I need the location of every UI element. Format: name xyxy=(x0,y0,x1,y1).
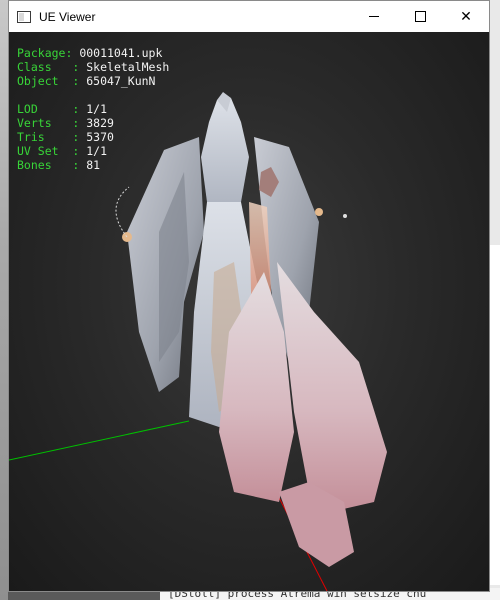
hud-uvset-row: UV Set : 1/1 xyxy=(17,144,169,158)
hud-package-label: Package: xyxy=(17,46,80,60)
hud-class-value: SkeletalMesh xyxy=(86,60,170,74)
hud-uvset-label: UV Set : xyxy=(17,144,87,158)
window-title: UE Viewer xyxy=(39,9,96,24)
hud-verts-value: 3829 xyxy=(86,116,114,130)
hud-tris-value: 5370 xyxy=(86,130,114,144)
hud-package-value: 00011041.upk xyxy=(79,46,163,60)
skirt-petal-right xyxy=(277,262,387,510)
hud-spacer xyxy=(17,88,169,102)
close-button[interactable]: ✕ xyxy=(443,1,489,32)
maximize-button[interactable] xyxy=(397,1,443,32)
mesh-info-overlay: Package: 00011041.upk Class : SkeletalMe… xyxy=(17,46,169,172)
background-console-window xyxy=(490,245,500,585)
minimize-button[interactable] xyxy=(351,1,397,32)
hud-package-row: Package: 00011041.upk xyxy=(17,46,169,60)
hud-tris-label: Tris : xyxy=(17,130,87,144)
minimize-icon xyxy=(369,16,379,17)
title-bar[interactable]: UE Viewer ✕ xyxy=(9,1,489,32)
hud-class-row: Class : SkeletalMesh xyxy=(17,60,169,74)
right-hand xyxy=(315,208,323,216)
hud-bones-label: Bones : xyxy=(17,158,87,172)
hud-verts-row: Verts : 3829 xyxy=(17,116,169,130)
hud-lod-row: LOD : 1/1 xyxy=(17,102,169,116)
hud-bones-value: 81 xyxy=(86,158,101,172)
maximize-icon xyxy=(414,11,426,22)
right-bead xyxy=(343,214,347,218)
left-bead-string xyxy=(115,186,130,238)
desktop-background-left xyxy=(0,0,8,600)
bodice xyxy=(201,98,249,207)
x-axis-line xyxy=(9,420,190,461)
hud-bones-row: Bones : 81 xyxy=(17,158,169,172)
hud-uvset-value: 1/1 xyxy=(86,144,108,158)
app-icon xyxy=(17,10,31,23)
hud-object-value: 65047_KunN xyxy=(86,74,156,88)
hud-tris-row: Tris : 5370 xyxy=(17,130,169,144)
hud-object-label: Object : xyxy=(17,74,87,88)
hud-lod-label: LOD : xyxy=(17,102,87,116)
ue-viewer-window: UE Viewer ✕ Package: 00011041.upk Class … xyxy=(8,0,490,592)
hud-object-row: Object : 65047_KunN xyxy=(17,74,169,88)
hud-verts-label: Verts : xyxy=(17,116,87,130)
close-icon: ✕ xyxy=(460,8,472,25)
hud-class-label: Class : xyxy=(17,60,87,74)
3d-viewport[interactable]: Package: 00011041.upk Class : SkeletalMe… xyxy=(9,32,489,591)
hud-lod-value: 1/1 xyxy=(86,102,108,116)
